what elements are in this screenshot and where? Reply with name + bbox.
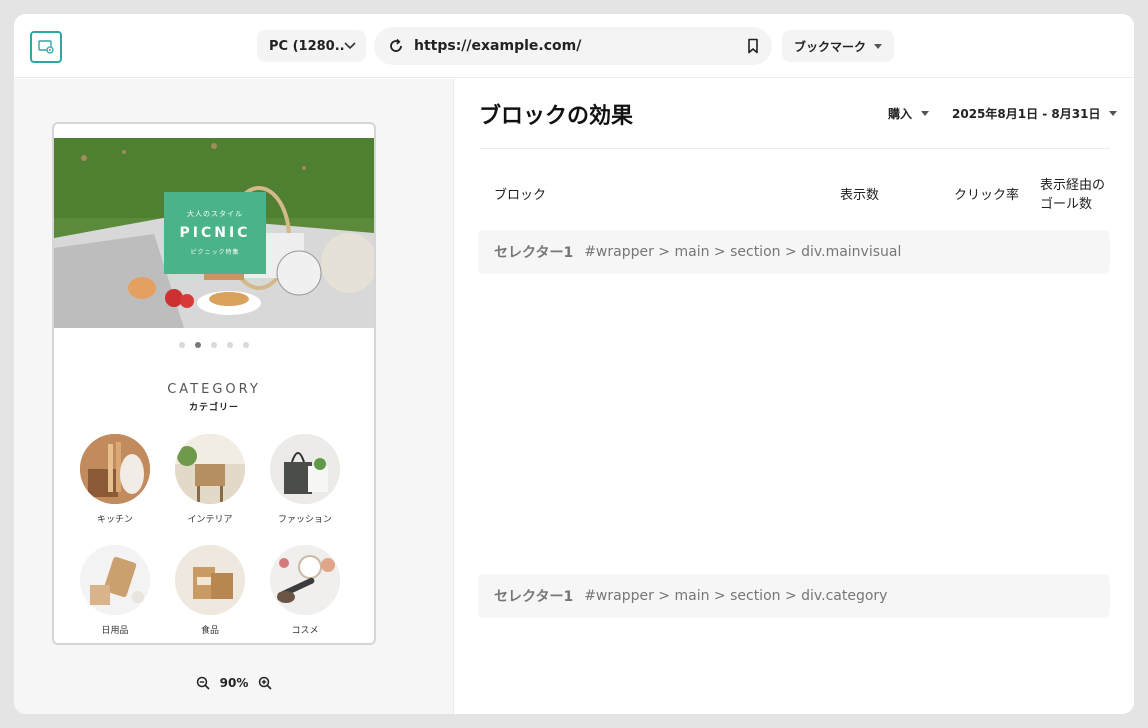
carousel-dot-active[interactable] — [195, 342, 201, 348]
page-title: ブロックの効果 — [479, 104, 634, 129]
category-item-kitchen[interactable]: キッチン — [70, 434, 160, 525]
selector-name: セレクター1 — [494, 245, 574, 261]
daily-goods-image — [80, 545, 150, 615]
caret-down-icon — [874, 43, 882, 49]
category-label: ファッション — [277, 515, 332, 525]
food-image — [175, 545, 245, 615]
interior-image — [175, 434, 245, 504]
kitchen-image — [80, 434, 150, 504]
category-label: 食品 — [200, 626, 219, 636]
column-header-goals-line2: ゴール数 — [1040, 197, 1093, 212]
category-item-fashion[interactable]: ファッション — [260, 434, 350, 525]
column-header-goals-line1: 表示経由の — [1040, 178, 1106, 193]
column-header-impressions[interactable]: 表示数 — [840, 186, 879, 205]
category-item-cosmetics[interactable]: コスメ — [260, 545, 350, 636]
category-item-food[interactable]: 食品 — [165, 545, 255, 636]
selector-path: #wrapper > main > section > div.category — [584, 588, 888, 604]
selector-row[interactable]: セレクター1 #wrapper > main > section > div.m… — [478, 230, 1110, 274]
hero-title: PICNIC — [179, 225, 251, 241]
event-filter-label: 購入 — [888, 107, 913, 121]
fashion-image — [270, 434, 340, 504]
reload-icon[interactable] — [388, 38, 404, 54]
column-header-ctr[interactable]: クリック率 — [954, 186, 1019, 205]
caret-down-icon — [1109, 111, 1118, 116]
category-label: 日用品 — [101, 626, 129, 636]
carousel-dot[interactable] — [243, 342, 249, 348]
url-bar[interactable]: https://example.com/ — [374, 27, 772, 65]
date-range-label: 2025年8月1日 - 8月31日 — [952, 107, 1101, 121]
hero-subtitle: ピクニック特集 — [190, 249, 240, 256]
carousel-dot[interactable] — [211, 342, 217, 348]
cosmetics-image — [270, 545, 340, 615]
app-window: PC (1280... https://example.com/ ブックマーク — [14, 14, 1134, 714]
category-item-interior[interactable]: インテリア — [165, 434, 255, 525]
carousel-dot[interactable] — [227, 342, 233, 348]
caret-down-icon — [921, 111, 930, 116]
carousel-dots — [54, 342, 374, 348]
mobile-preview-frame[interactable]: 大人のスタイル PICNIC ピクニック特集 CATEGORY カテゴリー キッ… — [52, 122, 376, 645]
bookmark-icon[interactable] — [746, 38, 760, 54]
column-header-block: ブロック — [494, 188, 547, 203]
category-subtitle: カテゴリー — [188, 403, 239, 413]
preview-settings-icon[interactable] — [30, 31, 62, 63]
hero-banner[interactable]: 大人のスタイル PICNIC ピクニック特集 — [54, 138, 374, 328]
category-label: コスメ — [291, 626, 319, 636]
column-header-goals[interactable]: 表示経由の ゴール数 — [1040, 176, 1105, 214]
report-pane: ブロックの効果 購入 2025年8月1日 - 8月31日 ブロック 表示数 クリ… — [455, 79, 1134, 714]
chevron-down-icon — [344, 42, 356, 50]
hero-title-card: 大人のスタイル PICNIC ピクニック特集 — [164, 192, 266, 274]
bookmark-dropdown-label: ブックマーク — [793, 39, 866, 54]
carousel-dot[interactable] — [179, 342, 185, 348]
url-text[interactable]: https://example.com/ — [414, 38, 746, 54]
zoom-level: 90% — [219, 676, 249, 690]
selector-path: #wrapper > main > section > div.mainvisu… — [584, 244, 902, 260]
zoom-out-icon[interactable] — [196, 676, 210, 690]
date-range-dropdown[interactable]: 2025年8月1日 - 8月31日 — [952, 105, 1118, 122]
category-item-daily-goods[interactable]: 日用品 — [70, 545, 160, 636]
category-label: インテリア — [187, 515, 233, 525]
zoom-in-icon[interactable] — [258, 676, 272, 690]
event-filter-dropdown[interactable]: 購入 — [888, 105, 930, 122]
device-select[interactable]: PC (1280... — [257, 30, 366, 62]
preview-pane: 大人のスタイル PICNIC ピクニック特集 CATEGORY カテゴリー キッ… — [14, 79, 454, 714]
header-divider — [479, 148, 1110, 149]
hero-tagline: 大人のスタイル — [187, 210, 243, 218]
selector-name: セレクター1 — [494, 589, 574, 605]
selector-row[interactable]: セレクター1 #wrapper > main > section > div.c… — [478, 574, 1110, 618]
bookmark-dropdown[interactable]: ブックマーク — [782, 30, 894, 62]
zoom-controls: 90% — [14, 676, 454, 690]
toolbar: PC (1280... https://example.com/ ブックマーク — [14, 14, 1134, 78]
category-title: CATEGORY — [167, 382, 261, 397]
device-select-label: PC (1280... — [269, 38, 344, 54]
category-label: キッチン — [96, 515, 133, 525]
